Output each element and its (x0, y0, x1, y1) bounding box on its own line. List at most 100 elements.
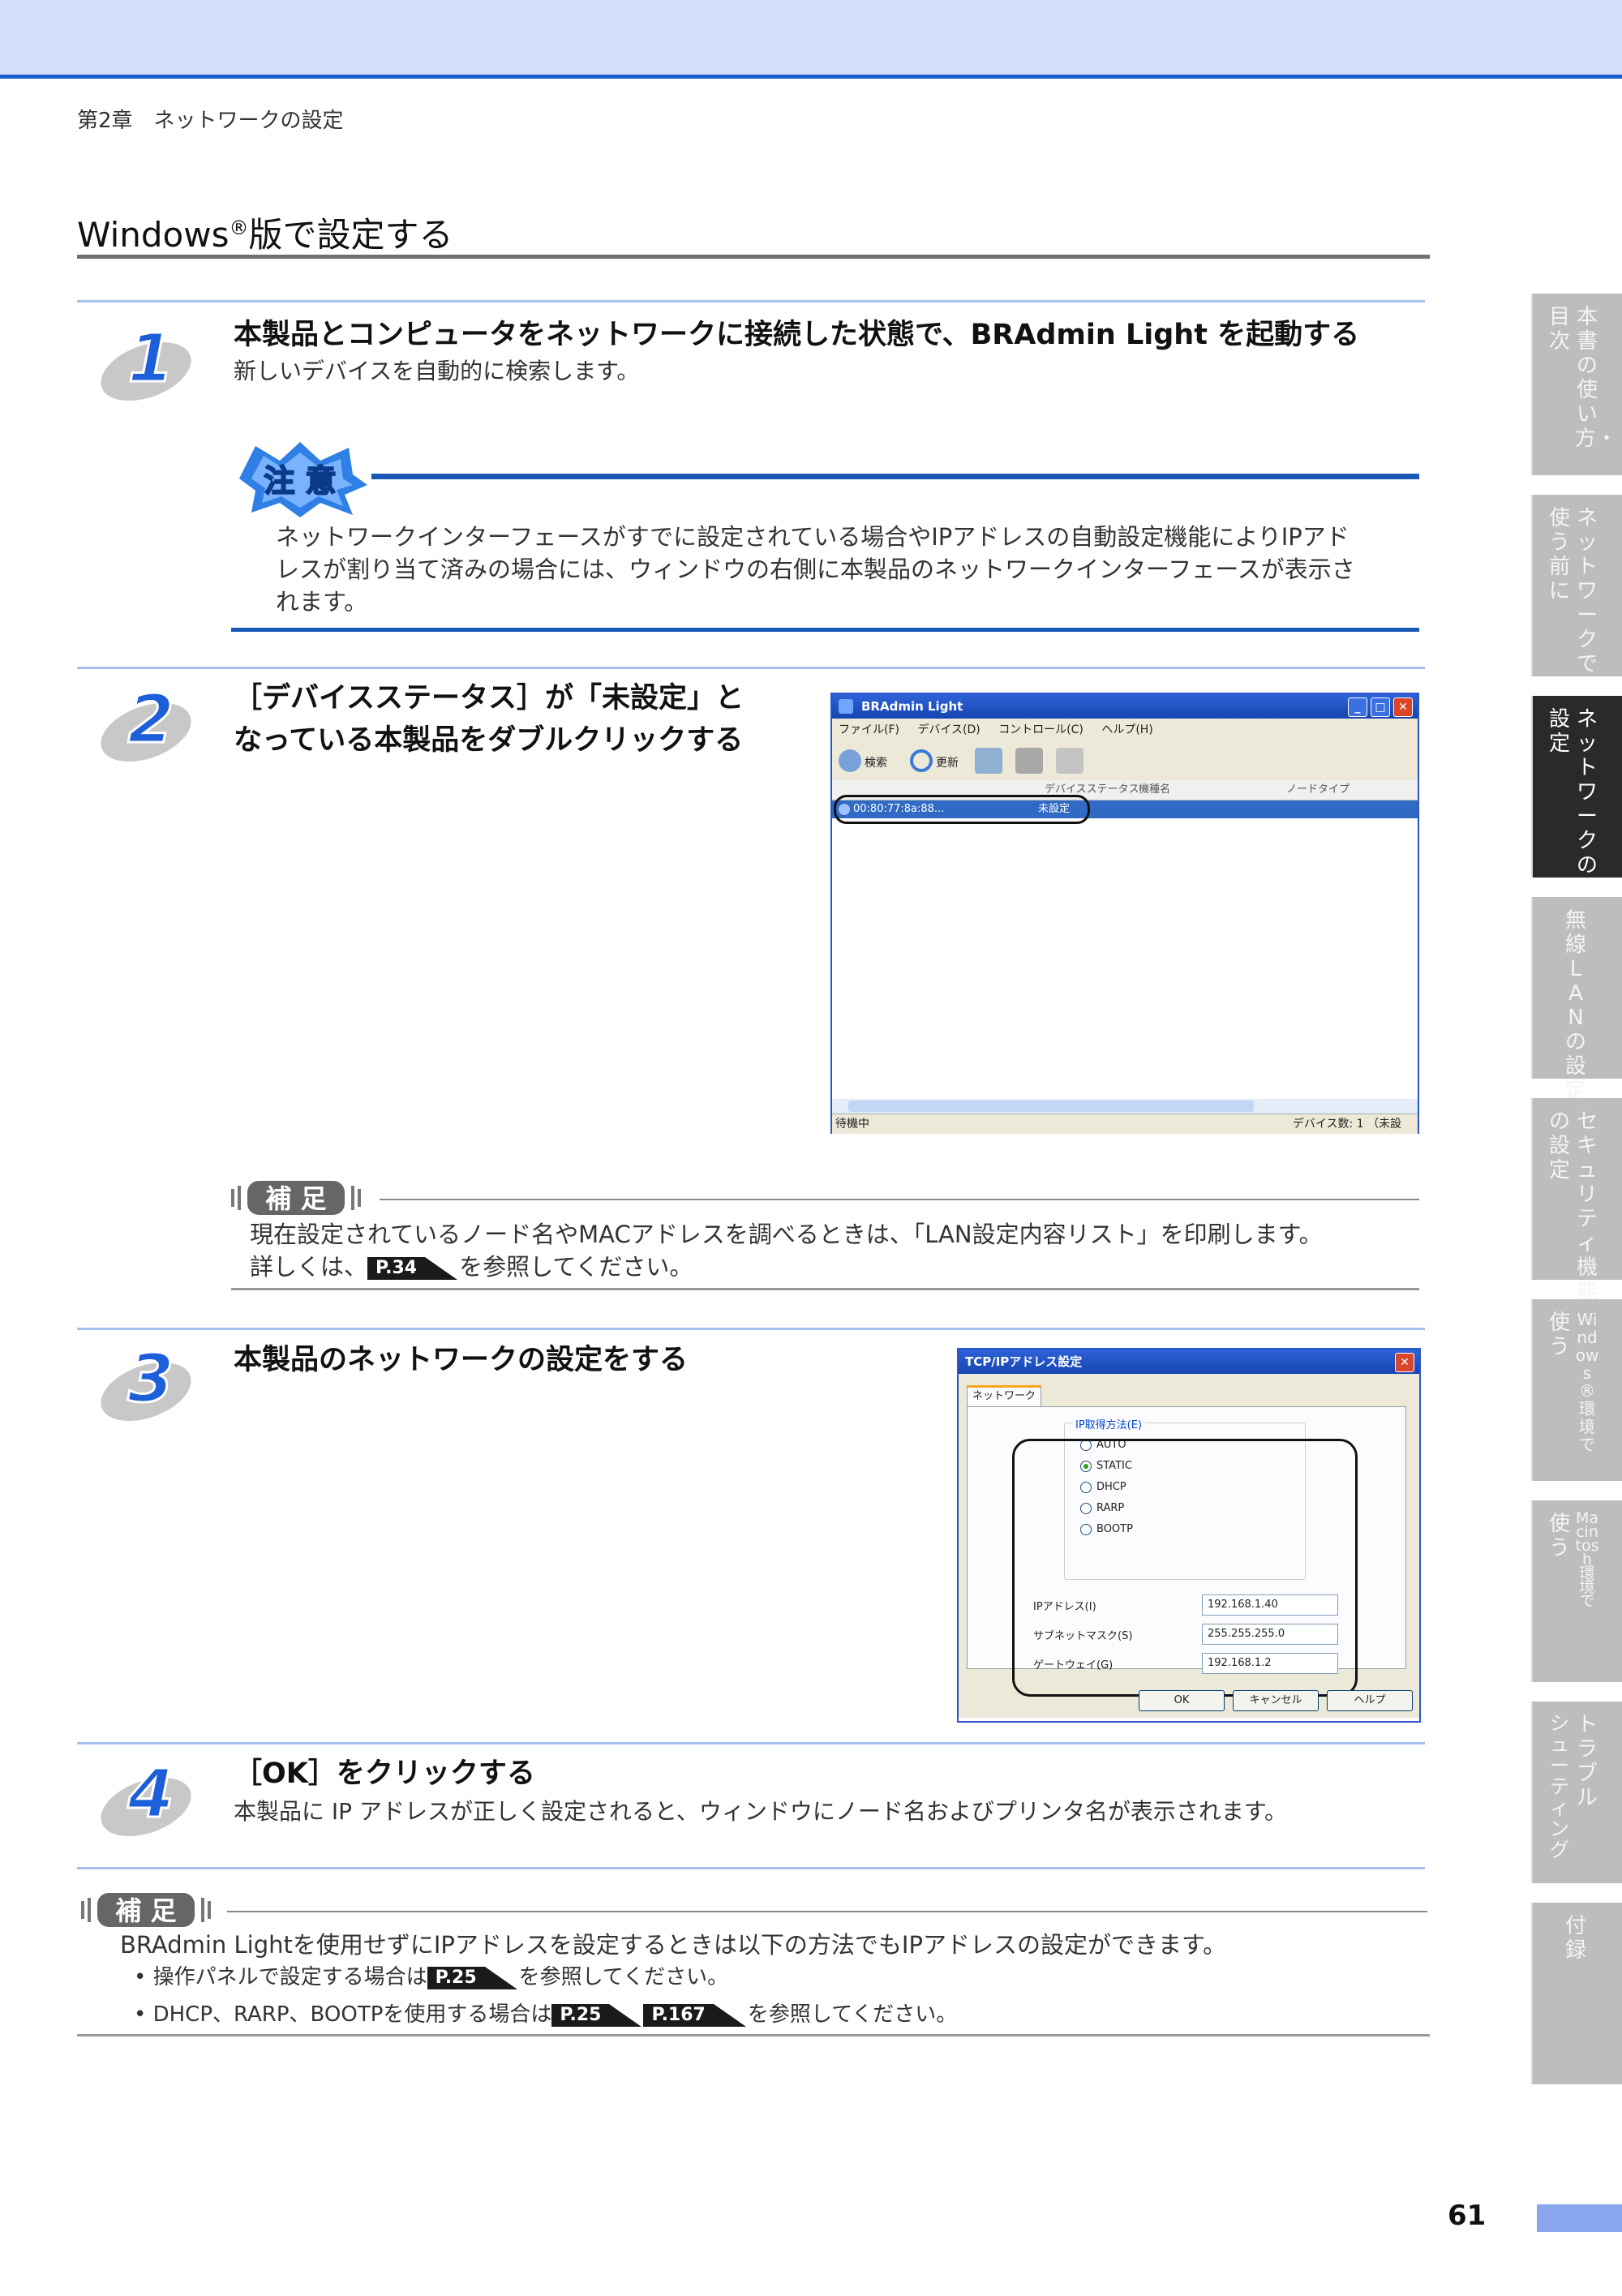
network-icon[interactable] (1056, 748, 1083, 774)
page-ref-link[interactable]: P.167 (643, 2003, 747, 2027)
search-button-label[interactable]: 検索 (865, 754, 887, 770)
step-number-2: 2 (101, 680, 191, 762)
column-model[interactable]: 機種名 (1139, 780, 1170, 800)
section-title: Windows®版で設定する (77, 208, 453, 257)
device-icon[interactable] (1015, 748, 1043, 774)
tcpip-body: ネットワーク IP取得方法(E) AUTO STATIC DHCP RARP B… (959, 1374, 1419, 1718)
menu-help[interactable]: ヘルプ(H) (1101, 723, 1152, 736)
tab-network[interactable]: ネットワーク (967, 1385, 1041, 1407)
bradmin-statusbar: 待機中 デバイス数: 1 （未設 (832, 1114, 1418, 1134)
highlight-ring (1012, 1439, 1358, 1697)
close-icon[interactable]: ✕ (1395, 1353, 1414, 1372)
side-tab-label: シューティング (1550, 1712, 1569, 1861)
step-number-4: 4 (101, 1755, 191, 1837)
side-tab-label: トラブル (1576, 1713, 1598, 1810)
side-tab-label: Macintosh環境で (1575, 1509, 1599, 1610)
step-number-1: 1 (101, 320, 191, 401)
side-tab-label: 設定 (1548, 707, 1570, 756)
page-number: 61 (1448, 2199, 1487, 2232)
side-tab-label: 使う (1548, 1311, 1570, 1359)
page-ref-link[interactable]: P.25 (427, 1966, 517, 1989)
search-icon[interactable] (839, 749, 861, 772)
side-tab-network-settings[interactable]: ネットワークの 設定 (1531, 696, 1622, 878)
maximize-icon[interactable]: □ (1371, 697, 1390, 717)
bullet-1-post: を参照してください。 (518, 1965, 729, 1989)
side-tab-label: 使う (1548, 1512, 1570, 1560)
svg-text:3: 3 (127, 1341, 174, 1418)
caution-line-2: レスが割り当て済みの場合には、ウィンドウの右側に本製品のネットワークインターフェ… (276, 556, 1355, 583)
step-4-title: ［OK］をクリックする (234, 1757, 535, 1790)
hosoku-badge-icon: 補 足 (231, 1181, 361, 1215)
side-tab-security[interactable]: セキュリティ機能 の設定 (1531, 1098, 1622, 1304)
bradmin-list-area (832, 818, 1418, 1099)
scrollbar-thumb[interactable] (848, 1101, 1254, 1112)
page-ref-link[interactable]: P.34 (367, 1257, 458, 1280)
side-tab-label: 付録 (1564, 1914, 1586, 1963)
bradmin-titlebar: BRAdmin Light _ □ ✕ (832, 694, 1418, 719)
caution-line-1: ネットワークインターフェースがすでに設定されている場合やIPアドレスの自動設定機… (276, 523, 1350, 551)
chapter-label: 第2章 ネットワークの設定 (77, 109, 344, 133)
registered-mark: ® (229, 217, 249, 239)
header-band (0, 0, 1622, 79)
svg-text:4: 4 (127, 1756, 174, 1833)
hosoku-1-rule (380, 1199, 1419, 1200)
minimize-icon[interactable]: _ (1348, 697, 1367, 717)
side-tab-label: Windows®環境で (1575, 1310, 1599, 1454)
caution-rule (371, 474, 1419, 479)
status-left: 待機中 (835, 1118, 869, 1131)
section-title-rest: 版で設定する (248, 215, 453, 255)
side-tab-troubleshooting[interactable]: トラブル シューティング (1531, 1702, 1622, 1883)
app-icon (839, 699, 853, 714)
bradmin-title: BRAdmin Light (861, 699, 963, 714)
help-button[interactable]: ヘルプ (1327, 1690, 1413, 1711)
horizontal-scrollbar[interactable] (832, 1099, 1418, 1114)
ok-button[interactable]: OK (1139, 1690, 1225, 1711)
menu-device[interactable]: デバイス(D) (917, 723, 980, 736)
settings-icon[interactable] (975, 748, 1002, 774)
side-tab-label: の設定 (1548, 1109, 1570, 1182)
close-icon[interactable]: ✕ (1393, 697, 1413, 717)
bullet-2-post: を参照してください。 (747, 2002, 958, 2027)
side-tab-macintosh[interactable]: Macintosh環境で 使う (1531, 1500, 1622, 1682)
step-1-title: 本製品とコンピュータをネットワークに接続した状態で、BRAdmin Light … (234, 319, 1360, 351)
hosoku-2-bullet-1: • 操作パネルで設定する場合は P.25 を参照してください。 (134, 1963, 728, 1992)
refresh-button-label[interactable]: 更新 (936, 754, 959, 770)
caution-line-3: れます。 (276, 588, 368, 616)
title-rule (77, 255, 1430, 259)
step-rule-3 (77, 1328, 1425, 1330)
side-tab-label: 無線LANの設定 (1564, 908, 1586, 1103)
page-ref-link[interactable]: P.25 (551, 2003, 642, 2027)
hosoku-2-line-1: BRAdmin Lightを使用せずにIPアドレスを設定するときは以下の方法でも… (120, 1931, 1227, 1959)
side-tab-label: 目次 (1548, 305, 1570, 354)
refresh-icon[interactable] (910, 749, 933, 772)
menu-file[interactable]: ファイル(F) (839, 723, 899, 736)
cancel-button[interactable]: キャンセル (1233, 1690, 1319, 1711)
hosoku-1-line-1: 現在設定されているノード名やMACアドレスを調べるときは、「LAN設定内容リスト… (250, 1221, 1323, 1248)
step-2-title-line-1: ［デバイスステータス］が「未設定」と (234, 682, 744, 715)
side-tab-wireless-lan[interactable]: 無線LANの設定 (1531, 897, 1622, 1103)
side-tab-before-use[interactable]: ネットワークで 使う前に (1531, 495, 1622, 676)
caution-badge-icon: 注 意 (239, 442, 367, 517)
bradmin-menubar: ファイル(F) デバイス(D) コントロール(C) ヘルプ(H) (832, 719, 1418, 741)
side-tab-appendix[interactable]: 付録 (1531, 1903, 1622, 2084)
status-right: デバイス数: 1 （未設 (1292, 1118, 1401, 1131)
svg-text:2: 2 (127, 681, 174, 758)
side-tab-windows[interactable]: Windows®環境で 使う (1531, 1299, 1622, 1481)
side-tab-toc[interactable]: 本書の使い方・ 目次 (1531, 294, 1622, 475)
ip-method-group-label: IP取得方法(E) (1072, 1416, 1146, 1431)
hosoku-2-bottom-rule (77, 2034, 1430, 2036)
side-tab-label: ネットワークで (1576, 506, 1598, 676)
hosoku-2-bullet-2: • DHCP、RARP、BOOTPを使用する場合は P.25 P.167 を参照してく… (134, 2000, 957, 2029)
column-node-type[interactable]: ノードタイプ (1286, 780, 1350, 800)
tcpip-title: TCP/IPアドレス設定 (965, 1354, 1083, 1369)
hosoku-1-line-2-pre: 詳しくは、 (250, 1253, 368, 1281)
hosoku-1-line-2: 詳しくは、 P.34 を参照してください。 (250, 1251, 1323, 1283)
hosoku-1-line-2-post: を参照してください。 (459, 1253, 693, 1281)
step-rule-2 (77, 667, 1425, 669)
step-4-bottom-rule (77, 1867, 1425, 1869)
menu-control[interactable]: コントロール(C) (998, 723, 1083, 736)
hosoku-1-bottom-rule (231, 1288, 1419, 1290)
step-3-title: 本製品のネットワークの設定をする (234, 1344, 689, 1376)
bullet-1-pre: • 操作パネルで設定する場合は (134, 1965, 427, 1989)
step-rule-4 (77, 1742, 1425, 1745)
